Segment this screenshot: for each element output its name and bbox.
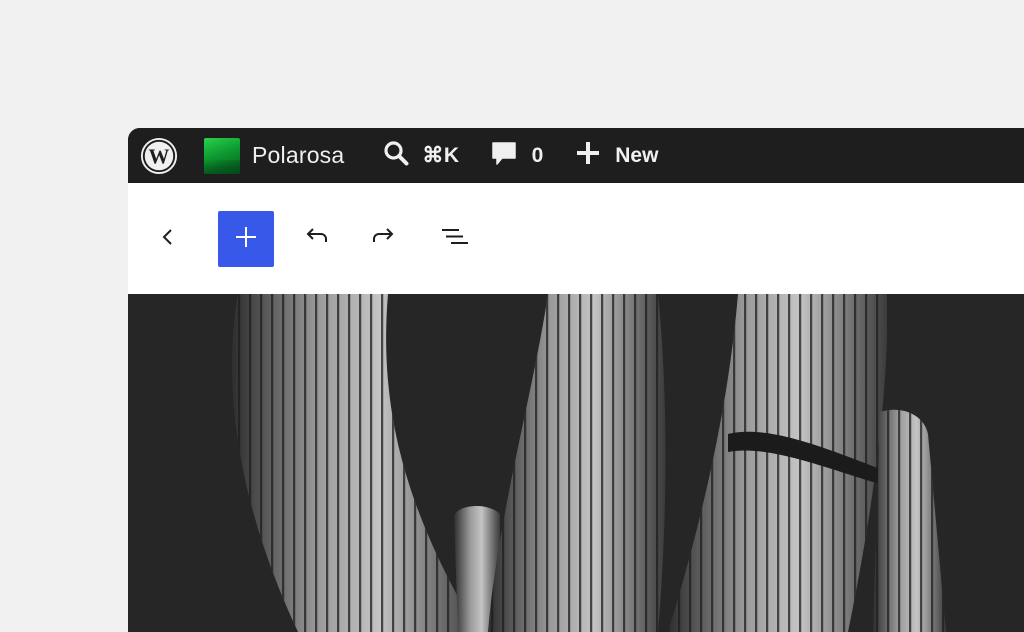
svg-text:W: W: [149, 144, 170, 168]
command-search[interactable]: ⌘K: [382, 128, 459, 183]
admin-bar: W Polarosa ⌘K 0 New: [128, 128, 1024, 183]
redo-icon: [369, 222, 399, 257]
redo-button[interactable]: [356, 211, 412, 267]
list-view-icon: [439, 222, 469, 257]
plus-icon: [575, 140, 601, 171]
site-name: Polarosa: [252, 142, 345, 168]
new-content-menu[interactable]: New: [575, 128, 658, 183]
site-icon: [204, 137, 240, 174]
site-menu[interactable]: Polarosa: [204, 128, 344, 183]
add-block-button[interactable]: [218, 211, 274, 267]
editor-window: W Polarosa ⌘K 0 New: [128, 128, 1024, 632]
new-label: New: [615, 143, 659, 167]
wordpress-logo-icon[interactable]: W: [140, 137, 178, 175]
cactus-image[interactable]: [128, 294, 1024, 632]
undo-icon: [301, 222, 331, 257]
back-button[interactable]: [140, 211, 196, 267]
comments-menu[interactable]: 0: [490, 128, 544, 183]
search-shortcut: ⌘K: [422, 144, 460, 167]
plus-icon: [231, 222, 261, 257]
undo-button[interactable]: [288, 211, 344, 267]
search-icon: [382, 139, 410, 172]
editor-toolbar: [128, 183, 1024, 294]
comments-count: 0: [531, 143, 544, 167]
chevron-left-icon: [153, 222, 183, 257]
comment-icon: [490, 139, 518, 172]
document-overview-button[interactable]: [426, 211, 482, 267]
